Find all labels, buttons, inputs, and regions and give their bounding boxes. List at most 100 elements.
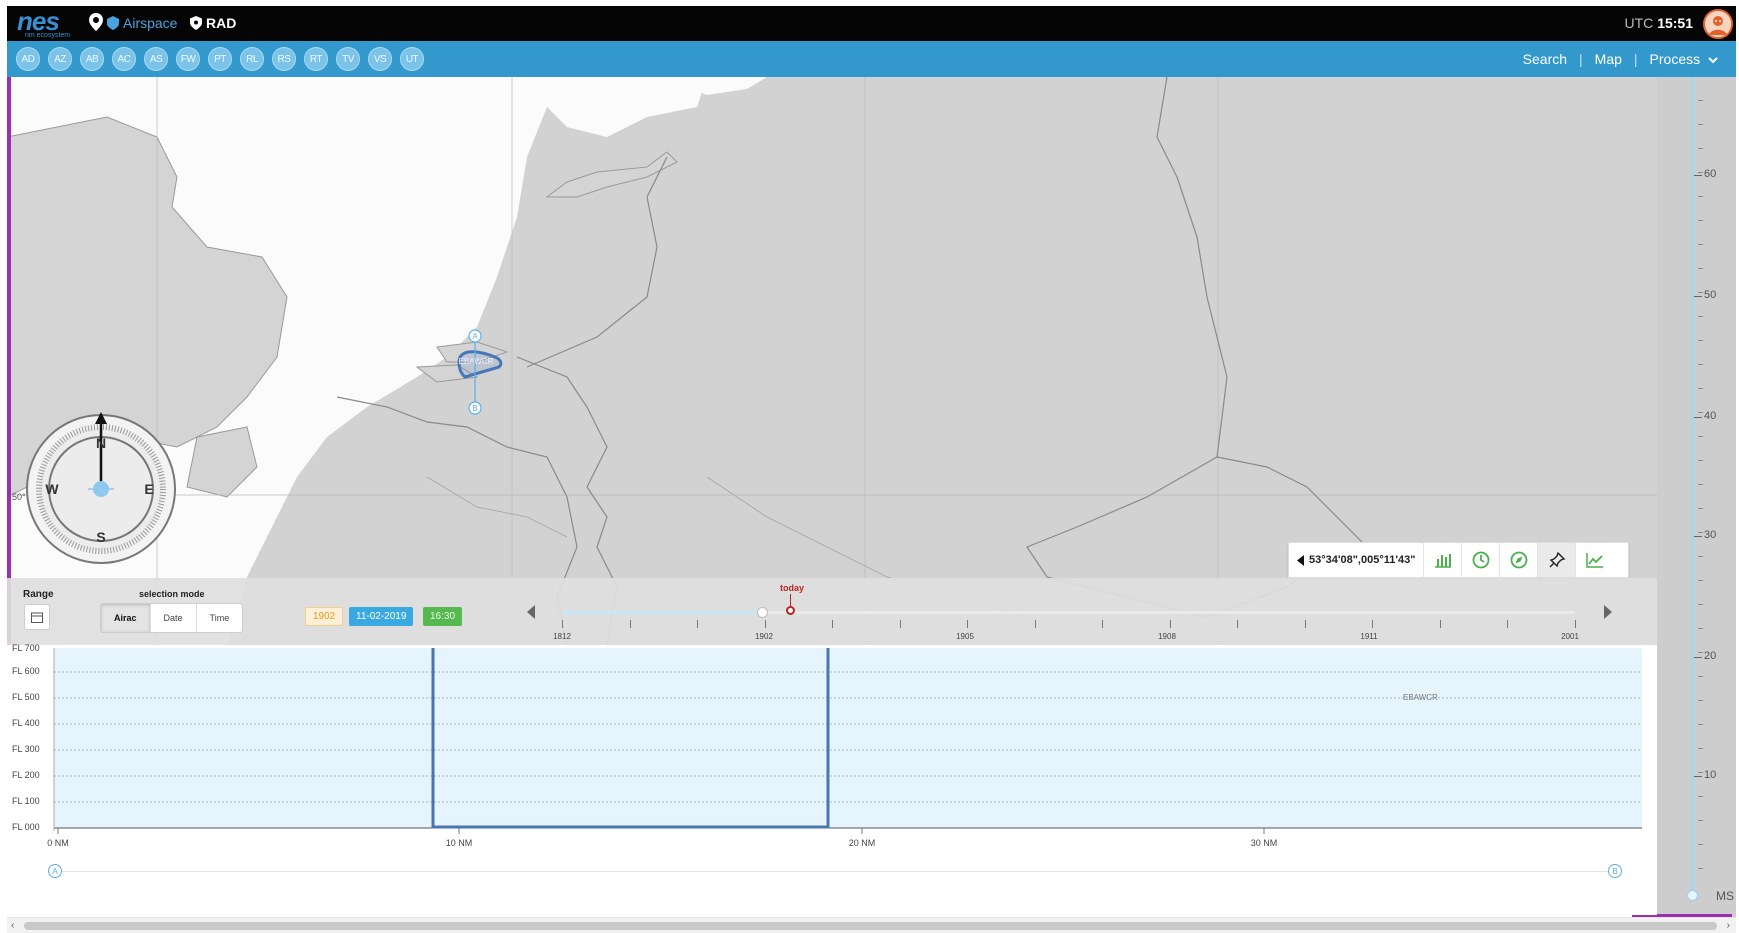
logo-text: nes <box>17 6 60 36</box>
fl-label: FL 000 <box>12 822 40 832</box>
route-end-marker[interactable]: B <box>1608 864 1622 878</box>
timeline-next-arrow[interactable] <box>1604 605 1612 619</box>
navigate-button[interactable] <box>1500 543 1539 577</box>
compass-north: N <box>96 435 106 451</box>
today-marker[interactable] <box>786 606 795 615</box>
altitude-minor-tick <box>1698 748 1703 749</box>
altitude-minor-tick <box>1698 796 1703 797</box>
altitude-tick: 50 <box>1693 289 1717 301</box>
altitude-minor-tick <box>1698 484 1703 485</box>
nav-process[interactable]: Process <box>1650 51 1718 67</box>
map-point-b: B <box>472 404 477 413</box>
timeline-tick <box>832 620 834 628</box>
altitude-handle[interactable] <box>1687 890 1698 901</box>
nav-search[interactable]: Search <box>1523 51 1567 67</box>
app-root: nes nm ecosystem Airspace RAD UTC 15:51 <box>0 0 1739 933</box>
altitude-minor-tick <box>1698 724 1703 725</box>
fl-label: FL 600 <box>12 666 40 676</box>
timeline-panel: Range selection mode Airac Date Time 190… <box>7 578 1657 645</box>
scroll-right-arrow[interactable]: › <box>1727 920 1730 931</box>
selection-mode-label: selection mode <box>139 589 205 599</box>
altitude-tick: 40 <box>1693 410 1717 422</box>
badge-ac[interactable]: AC <box>112 47 136 71</box>
utc-time: 15:51 <box>1657 15 1693 31</box>
nes-logo[interactable]: nes nm ecosystem <box>17 6 103 39</box>
airac-year-chip[interactable]: 1902 <box>305 607 344 626</box>
timeline-handle[interactable] <box>757 607 768 618</box>
fl-label: FL 500 <box>12 692 40 702</box>
nav-map[interactable]: Map <box>1595 51 1622 67</box>
vertical-profile-panel: FL 700 FL 600 FL 500 FL 400 FL 300 FL 20… <box>7 643 1657 915</box>
pin-button[interactable] <box>1538 543 1577 577</box>
timeline-tick <box>1169 620 1171 628</box>
altitude-panel <box>1657 77 1736 917</box>
badge-ab[interactable]: AB <box>80 47 104 71</box>
route-start-marker[interactable]: A <box>48 864 62 878</box>
rad-app-link[interactable]: RAD <box>190 15 236 31</box>
scrollbar-thumb[interactable] <box>24 922 1717 930</box>
history-button[interactable] <box>1462 543 1501 577</box>
altitude-bottom-label: MS <box>1716 889 1734 903</box>
badge-as[interactable]: AS <box>144 47 168 71</box>
pin-icon <box>1549 551 1566 568</box>
badge-rt[interactable]: RT <box>304 47 328 71</box>
badge-az[interactable]: AZ <box>48 47 72 71</box>
top-bar: nes nm ecosystem Airspace RAD UTC 15:51 <box>7 6 1736 41</box>
mode-time-button[interactable]: Time <box>197 604 243 632</box>
altitude-rail[interactable] <box>1691 77 1694 895</box>
fl-label: FL 400 <box>12 718 40 728</box>
altitude-minor-tick <box>1698 292 1703 293</box>
nav-process-label: Process <box>1649 51 1701 67</box>
timeline-tick <box>1439 620 1441 628</box>
map-point-a: A <box>472 332 478 341</box>
logo-subtitle: nm ecosystem <box>25 32 71 39</box>
altitude-tick: 60 <box>1693 168 1717 180</box>
badge-rl[interactable]: RL <box>240 47 264 71</box>
bar-chart-icon <box>1434 554 1451 568</box>
line-chart-icon <box>1586 553 1604 568</box>
badge-ad[interactable]: AD <box>16 47 40 71</box>
collapse-left-icon <box>1297 554 1304 566</box>
altitude-minor-tick <box>1698 220 1703 221</box>
altitude-minor-tick <box>1698 508 1703 509</box>
coordinate-toolbar: 53°34'08",005°11'43" <box>1288 542 1629 578</box>
altitude-minor-tick <box>1698 412 1703 413</box>
user-avatar[interactable] <box>1703 9 1733 39</box>
timeline-prev-arrow[interactable] <box>527 605 535 619</box>
badge-ut[interactable]: UT <box>400 47 424 71</box>
today-label: today <box>780 583 805 593</box>
bar-chart-button[interactable] <box>1424 543 1463 577</box>
timeline-tick <box>967 620 969 628</box>
coordinate-readout[interactable]: 53°34'08",005°11'43" <box>1289 543 1425 577</box>
badge-vs[interactable]: VS <box>368 47 392 71</box>
badge-fw[interactable]: FW <box>176 47 200 71</box>
timeline-tick <box>1575 620 1576 628</box>
badge-tv[interactable]: TV <box>336 47 360 71</box>
altitude-minor-tick <box>1698 316 1703 317</box>
date-chip[interactable]: 11-02-2019 <box>349 607 414 626</box>
module-bar: AD AZ AB AC AS FW PT RL RS RT TV VS UT S… <box>7 41 1736 77</box>
airspace-app-link[interactable]: Airspace <box>107 15 177 31</box>
selection-mode-toggle: Airac Date Time <box>100 603 244 633</box>
timeline-label: 1905 <box>956 632 974 641</box>
timeline-tick <box>562 620 563 628</box>
range-label: Range <box>23 589 54 600</box>
line-chart-button[interactable] <box>1576 543 1614 577</box>
range-calendar-button[interactable] <box>24 604 50 630</box>
altitude-minor-tick <box>1698 532 1703 533</box>
mode-date-button[interactable]: Date <box>151 604 197 632</box>
badge-pt[interactable]: PT <box>208 47 232 71</box>
mode-airac-button[interactable]: Airac <box>101 604 151 632</box>
compass-east: E <box>144 481 153 497</box>
profile-airspace-label: EBAWCR <box>1403 693 1438 702</box>
timeline-tick <box>1034 620 1036 628</box>
scroll-left-arrow[interactable]: ‹ <box>11 920 14 931</box>
airspace-shape-ebawcr[interactable]: A B EBAWCR <box>455 327 515 417</box>
badge-rs[interactable]: RS <box>272 47 296 71</box>
time-chip[interactable]: 16:30 <box>423 607 463 626</box>
horizontal-scrollbar[interactable]: ‹ › <box>7 917 1736 933</box>
avatar-image <box>1705 11 1731 37</box>
timeline-tick <box>697 620 699 628</box>
location-pin-icon <box>89 13 103 31</box>
compass-widget[interactable]: N S E W <box>22 398 182 578</box>
